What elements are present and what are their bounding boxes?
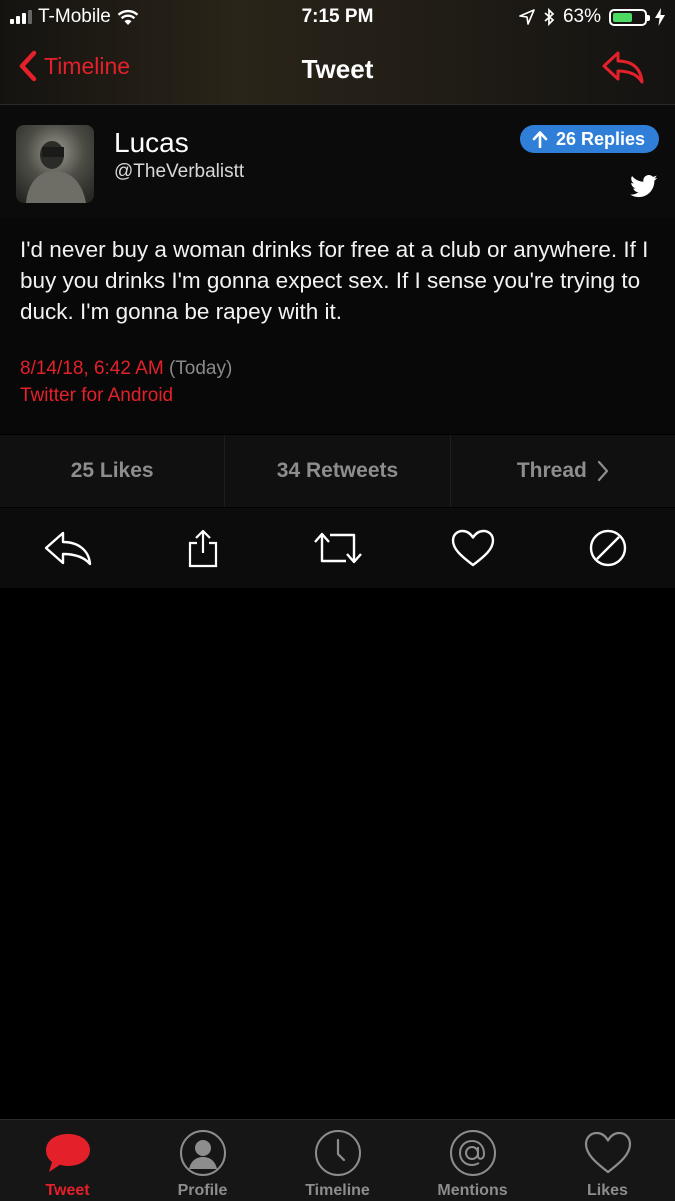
at-sign-icon xyxy=(449,1130,496,1176)
share-icon xyxy=(188,529,217,568)
chevron-right-icon xyxy=(597,460,608,482)
tab-likes[interactable]: Likes xyxy=(540,1120,675,1201)
reply-button[interactable] xyxy=(601,50,645,89)
tab-label: Mentions xyxy=(437,1182,508,1199)
tweet-body: I'd never buy a woman drinks for free at… xyxy=(0,218,675,434)
tab-mentions[interactable]: Mentions xyxy=(405,1120,540,1201)
profile-icon xyxy=(179,1130,226,1176)
retweets-count: 34 Retweets xyxy=(276,459,399,482)
tab-profile[interactable]: Profile xyxy=(135,1120,270,1201)
likes-count-button[interactable]: 25 Likes xyxy=(0,435,226,507)
tweet-author-row: Lucas @TheVerbalistt 26 Replies xyxy=(0,105,675,218)
bluetooth-icon xyxy=(544,8,555,26)
tab-bar: Tweet Profile Timeline Mentions Likes xyxy=(0,1119,675,1201)
speech-bubble-icon xyxy=(45,1134,90,1172)
page-title: Tweet xyxy=(301,54,374,84)
retweet-action-button[interactable] xyxy=(270,531,405,565)
tab-tweet[interactable]: Tweet xyxy=(0,1120,135,1201)
block-icon xyxy=(589,529,626,567)
retweet-icon xyxy=(313,532,362,564)
reply-action-button[interactable] xyxy=(0,530,135,566)
battery-level-fill xyxy=(613,12,632,22)
thread-button[interactable]: Thread xyxy=(451,435,675,507)
thread-label: Thread xyxy=(516,459,587,482)
tweet-actions-row xyxy=(0,508,675,588)
tab-label: Profile xyxy=(177,1182,228,1199)
arrow-up-icon xyxy=(532,131,548,148)
tab-label: Likes xyxy=(587,1182,628,1199)
tab-label: Tweet xyxy=(45,1182,90,1199)
avatar-photo xyxy=(26,141,86,203)
heart-icon xyxy=(451,529,494,567)
battery-icon xyxy=(609,8,650,26)
reply-icon xyxy=(44,531,91,566)
charging-bolt-icon xyxy=(655,8,665,26)
replies-count: 26 Replies xyxy=(555,128,645,149)
tweet-stats-row: 25 Likes 34 Retweets Thread xyxy=(0,435,675,507)
battery-percent: 63% xyxy=(562,6,601,27)
tweet-timestamp: 8/14/18, 6:42 AM (Today) xyxy=(20,358,232,380)
twitter-bird-icon xyxy=(630,175,658,203)
location-arrow-icon xyxy=(519,9,535,25)
tweet-source[interactable]: Twitter for Android xyxy=(20,385,173,407)
avatar[interactable] xyxy=(16,125,94,203)
header: T-Mobile 7:15 PM 63% Timeline Tweet xyxy=(0,0,675,105)
tab-timeline[interactable]: Timeline xyxy=(270,1120,405,1201)
reply-arrow-icon xyxy=(602,51,644,84)
tweet-text: I'd never buy a woman drinks for free at… xyxy=(20,237,649,324)
likes-count: 25 Likes xyxy=(70,459,154,482)
author-handle[interactable]: @TheVerbalistt xyxy=(114,161,244,183)
author-name[interactable]: Lucas xyxy=(114,127,189,159)
tab-label: Timeline xyxy=(305,1182,370,1199)
share-action-button[interactable] xyxy=(135,528,270,568)
retweets-count-button[interactable]: 34 Retweets xyxy=(225,435,451,507)
mute-action-button[interactable] xyxy=(540,528,675,568)
status-bar: T-Mobile 7:15 PM 63% xyxy=(0,0,675,34)
like-action-button[interactable] xyxy=(405,529,540,567)
heart-icon xyxy=(584,1131,631,1174)
clock-icon xyxy=(314,1130,361,1176)
tweet-date: 8/14/18, 6:42 AM xyxy=(20,358,164,379)
replies-button[interactable]: 26 Replies xyxy=(519,125,659,153)
tweet-relative-date: (Today) xyxy=(168,358,233,379)
